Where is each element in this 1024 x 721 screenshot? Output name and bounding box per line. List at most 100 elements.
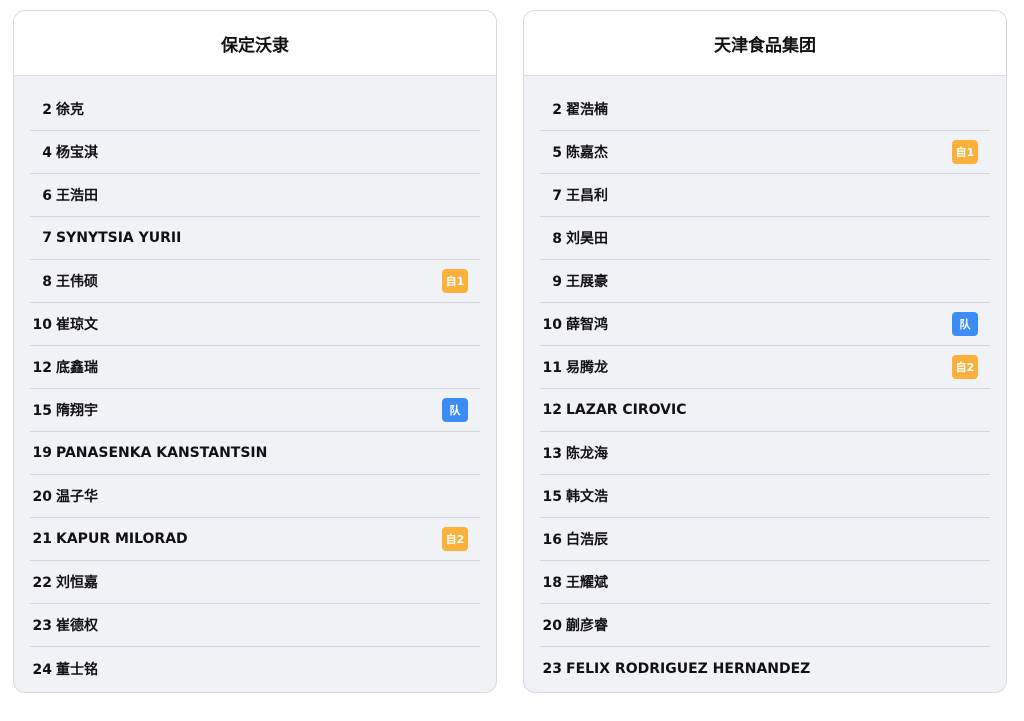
team-captain-badge: 队	[952, 312, 978, 336]
player-number: 12	[542, 402, 562, 418]
player-number: 9	[552, 274, 562, 290]
player-label: 22 刘恒嘉	[30, 572, 98, 592]
player-row[interactable]: 4 杨宝淇	[30, 131, 480, 174]
player-label: 10 崔琼文	[30, 314, 98, 334]
player-name: KAPUR MILORAD	[56, 531, 188, 547]
player-number: 7	[42, 230, 52, 246]
player-row[interactable]: 7 SYNYTSIA YURII	[30, 217, 480, 260]
player-name: 陈龙海	[566, 446, 608, 462]
player-number: 2	[42, 102, 52, 118]
player-label: 5 陈嘉杰	[540, 142, 608, 162]
player-row[interactable]: 19 PANASENKA KANSTANTSIN	[30, 432, 480, 475]
player-number: 10	[32, 317, 52, 333]
player-name: 隋翔宇	[56, 403, 98, 419]
player-row[interactable]: 10 崔琼文	[30, 303, 480, 346]
player-number: 6	[42, 188, 52, 204]
player-name: 王伟硕	[56, 274, 98, 290]
player-number: 7	[552, 188, 562, 204]
player-number: 15	[542, 489, 562, 505]
player-label: 18 王耀斌	[540, 572, 608, 592]
player-row[interactable]: 20 温子华	[30, 475, 480, 518]
player-name: 王耀斌	[566, 575, 608, 591]
player-number: 22	[32, 575, 52, 591]
player-row[interactable]: 2 徐克	[30, 88, 480, 131]
player-number: 13	[542, 446, 562, 462]
player-row[interactable]: 20 蒯彦睿	[540, 604, 990, 647]
player-row[interactable]: 15 韩文浩	[540, 475, 990, 518]
player-row[interactable]: 18 王耀斌	[540, 561, 990, 604]
player-label: 13 陈龙海	[540, 443, 608, 463]
player-name: SYNYTSIA YURII	[56, 230, 182, 246]
player-row[interactable]: 23 崔德权	[30, 604, 480, 647]
player-row[interactable]: 5 陈嘉杰 自1	[540, 131, 990, 174]
player-label: 12 LAZAR CIROVIC	[540, 402, 687, 418]
player-name: 王展豪	[566, 274, 608, 290]
player-label: 16 白浩辰	[540, 529, 608, 549]
player-row[interactable]: 12 LAZAR CIROVIC	[540, 389, 990, 432]
player-row[interactable]: 9 王展豪	[540, 260, 990, 303]
player-row[interactable]: 8 刘昊田	[540, 217, 990, 260]
player-number: 10	[542, 317, 562, 333]
player-number: 8	[42, 274, 52, 290]
player-label: 2 徐克	[30, 99, 84, 119]
player-label: 23 崔德权	[30, 615, 98, 635]
player-label: 8 王伟硕	[30, 271, 98, 291]
team-name: 天津食品集团	[524, 11, 1006, 76]
player-number: 24	[32, 661, 52, 678]
player-label: 2 翟浩楠	[540, 99, 608, 119]
player-row[interactable]: 16 白浩辰	[540, 518, 990, 561]
player-label: 24 董士铭	[30, 659, 98, 679]
self-captain-badge: 自1	[952, 140, 978, 164]
player-row[interactable]: 10 薛智鸿 队	[540, 303, 990, 346]
player-row[interactable]: 24 董士铭	[30, 647, 480, 690]
player-list: 2 翟浩楠 5 陈嘉杰 自1 7 王昌利 8 刘昊田 9 王展豪 10 薛智鸿 队 11 易腾龙 自2 12 LAZ…	[524, 76, 1006, 690]
self-captain-badge: 自2	[442, 527, 468, 551]
player-number: 19	[32, 445, 52, 461]
player-number: 15	[32, 403, 52, 419]
player-label: 7 SYNYTSIA YURII	[30, 230, 181, 246]
player-number: 5	[552, 145, 562, 161]
player-label: 23 FELIX RODRIGUEZ HERNANDEZ	[540, 660, 811, 677]
player-name: 王浩田	[56, 188, 98, 204]
player-name: 蒯彦睿	[566, 618, 608, 634]
player-name: 韩文浩	[566, 489, 608, 505]
player-number: 12	[32, 360, 52, 376]
player-row[interactable]: 23 FELIX RODRIGUEZ HERNANDEZ	[540, 647, 990, 690]
player-name: 白浩辰	[566, 532, 608, 548]
player-label: 11 易腾龙	[540, 357, 608, 377]
player-name: 温子华	[56, 489, 98, 505]
player-label: 15 隋翔宇	[30, 400, 98, 420]
player-name: 易腾龙	[566, 360, 608, 376]
player-row[interactable]: 12 底鑫瑞	[30, 346, 480, 389]
team-captain-badge: 队	[442, 398, 468, 422]
player-number: 20	[32, 489, 52, 505]
player-number: 2	[552, 102, 562, 118]
player-label: 21 KAPUR MILORAD	[30, 531, 188, 547]
player-number: 4	[42, 145, 52, 161]
player-name: FELIX RODRIGUEZ HERNANDEZ	[566, 660, 811, 677]
player-row[interactable]: 15 隋翔宇 队	[30, 389, 480, 432]
player-name: 崔琼文	[56, 317, 98, 333]
player-label: 12 底鑫瑞	[30, 357, 98, 377]
player-name: 徐克	[56, 102, 84, 118]
team-card-home: 保定沃隶 2 徐克 4 杨宝淇 6 王浩田 7 SYNYTSIA YURII 8 王伟硕 自1 10 崔…	[13, 10, 497, 693]
player-row[interactable]: 22 刘恒嘉	[30, 561, 480, 604]
player-row[interactable]: 7 王昌利	[540, 174, 990, 217]
player-name: 崔德权	[56, 618, 98, 634]
team-card-away: 天津食品集团 2 翟浩楠 5 陈嘉杰 自1 7 王昌利 8 刘昊田 9 王展豪 10 薛智鸿 队 11 易腾龙…	[523, 10, 1007, 693]
player-name: 陈嘉杰	[566, 145, 608, 161]
player-number: 8	[552, 231, 562, 247]
player-name: 董士铭	[56, 661, 98, 678]
player-row[interactable]: 8 王伟硕 自1	[30, 260, 480, 303]
team-name: 保定沃隶	[14, 11, 496, 76]
player-number: 20	[542, 618, 562, 634]
player-row[interactable]: 2 翟浩楠	[540, 88, 990, 131]
player-row[interactable]: 21 KAPUR MILORAD 自2	[30, 518, 480, 561]
player-row[interactable]: 11 易腾龙 自2	[540, 346, 990, 389]
player-row[interactable]: 13 陈龙海	[540, 432, 990, 475]
self-captain-badge: 自2	[952, 355, 978, 379]
player-row[interactable]: 6 王浩田	[30, 174, 480, 217]
player-label: 10 薛智鸿	[540, 314, 608, 334]
player-number: 18	[542, 575, 562, 591]
player-name: 杨宝淇	[56, 145, 98, 161]
